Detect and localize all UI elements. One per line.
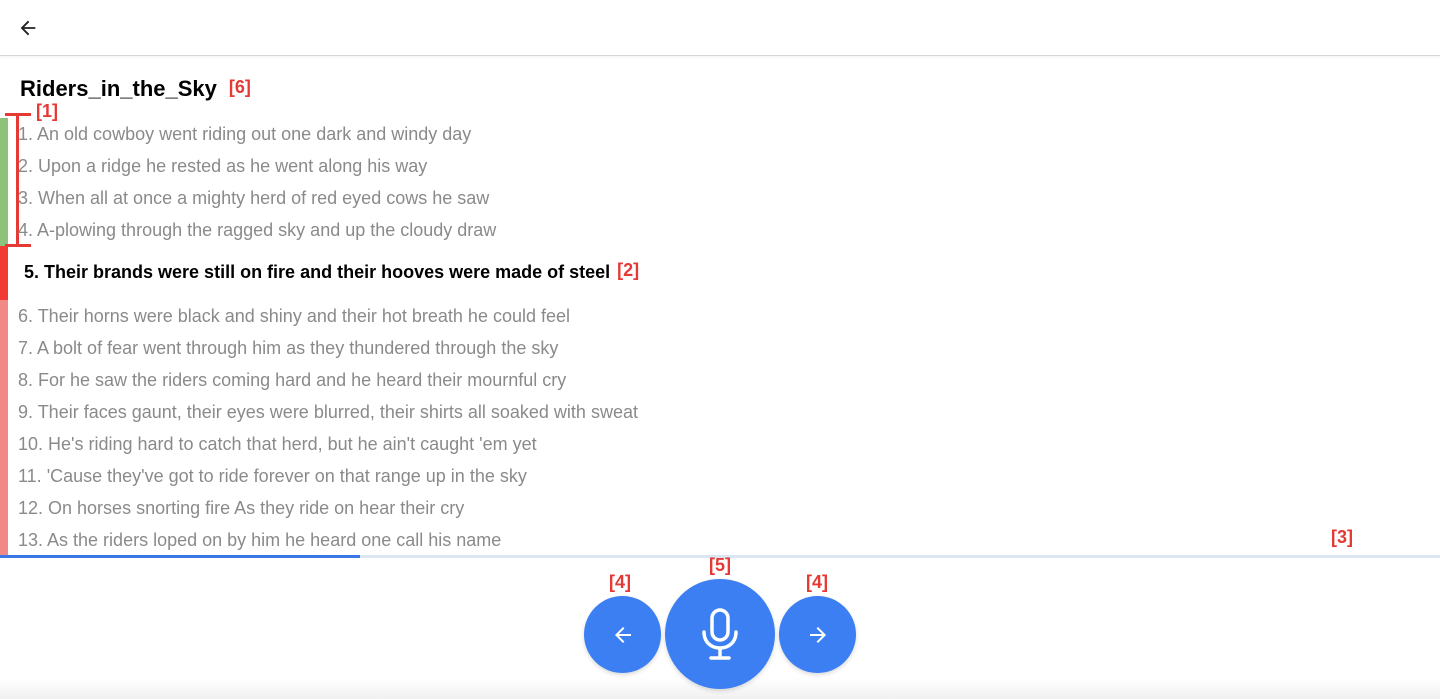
annotation-label: [6] <box>228 77 251 97</box>
lyric-line[interactable]: 2. Upon a ridge he rested as he went alo… <box>18 156 427 177</box>
progress-current-bar <box>0 246 8 300</box>
arrow-right-icon <box>809 626 826 643</box>
microphone-icon <box>702 608 738 660</box>
back-button[interactable] <box>12 12 44 44</box>
annotation-label: [2] <box>617 260 640 280</box>
next-line-button[interactable] <box>779 596 856 673</box>
microphone-button[interactable] <box>665 579 775 689</box>
annotation-label: [3] <box>1331 527 1353 547</box>
arrow-left-icon <box>20 20 36 36</box>
current-lyric-line[interactable]: 5. Their brands were still on fire and t… <box>24 260 640 283</box>
title-row: Riders_in_the_Sky [6] <box>20 76 251 102</box>
lyric-line[interactable]: 8. For he saw the riders coming hard and… <box>18 370 566 391</box>
lyric-line[interactable]: 6. Their horns were black and shiny and … <box>18 306 570 327</box>
lyric-line[interactable]: 12. On horses snorting fire As they ride… <box>18 498 464 519</box>
current-lyric-text: 5. Their brands were still on fire and t… <box>24 262 611 282</box>
lyric-line[interactable]: 11. 'Cause they've got to ride forever o… <box>18 466 527 487</box>
lyric-line[interactable]: 9. Their faces gaunt, their eyes were bl… <box>18 402 638 423</box>
progress-pending-bar <box>0 300 8 556</box>
previous-line-button[interactable] <box>584 596 661 673</box>
lyric-line[interactable]: 13. As the riders loped on by him he hea… <box>18 530 501 551</box>
annotation-label: [5] <box>709 555 731 575</box>
top-app-bar <box>0 0 1440 56</box>
song-title: Riders_in_the_Sky <box>20 76 217 101</box>
bracket-bottom <box>5 244 31 247</box>
lyric-line[interactable]: 1. An old cowboy went riding out one dar… <box>18 124 471 145</box>
progress-completed-bar <box>0 118 8 246</box>
annotation-label: [4] <box>806 572 828 592</box>
lyric-line[interactable]: 4. A-plowing through the ragged sky and … <box>18 220 496 241</box>
lyric-line[interactable]: 10. He's riding hard to catch that herd,… <box>18 434 537 455</box>
annotation-label: [4] <box>609 572 631 592</box>
annotation-label: [1] <box>36 101 58 121</box>
lyric-line[interactable]: 3. When all at once a mighty herd of red… <box>18 188 489 209</box>
arrow-left-icon <box>614 626 631 643</box>
lyric-line[interactable]: 7. A bolt of fear went through him as th… <box>18 338 558 359</box>
